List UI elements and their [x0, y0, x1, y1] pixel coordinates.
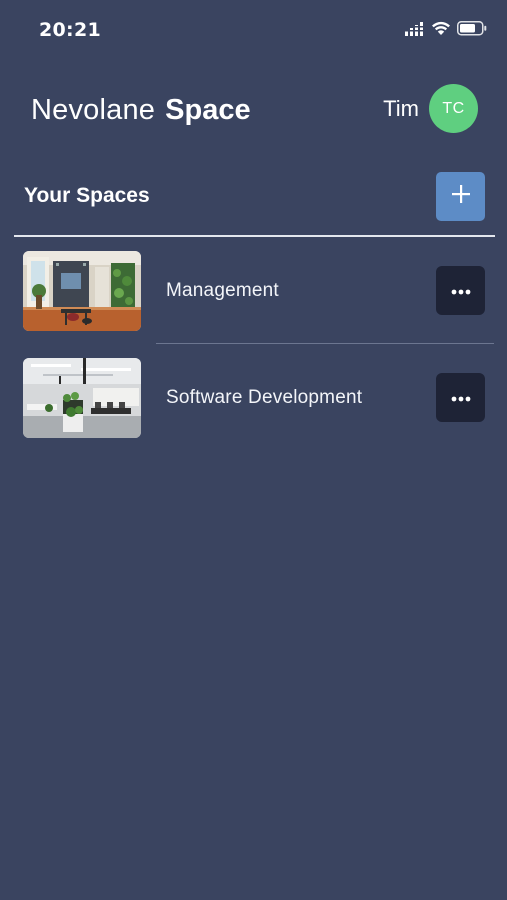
status-icons — [405, 21, 487, 41]
plus-icon — [451, 184, 471, 209]
space-more-button[interactable] — [436, 266, 485, 315]
ellipsis-icon — [451, 282, 471, 300]
space-label: Software Development — [166, 387, 363, 408]
add-space-button[interactable] — [436, 172, 485, 221]
app-brand: Nevolane Space — [31, 94, 251, 126]
space-item-management[interactable]: Management — [0, 251, 507, 331]
space-item-software-development[interactable]: Software Development — [0, 358, 507, 438]
user-name[interactable]: Tim — [383, 96, 419, 122]
status-time: 20:21 — [39, 19, 101, 41]
wifi-icon — [431, 21, 451, 41]
section-divider — [14, 235, 495, 237]
space-label: Management — [166, 280, 279, 301]
ellipsis-icon — [451, 389, 471, 407]
app-header: Nevolane Space Tim TC — [0, 80, 507, 140]
battery-icon — [457, 21, 487, 41]
space-more-button[interactable] — [436, 373, 485, 422]
spaces-section-header: Your Spaces — [0, 170, 507, 222]
brand-name-bold: Space — [165, 94, 251, 126]
status-bar: 20:21 — [0, 0, 507, 62]
space-thumbnail-management — [23, 251, 141, 331]
section-title: Your Spaces — [24, 184, 150, 207]
row-divider — [156, 343, 494, 344]
brand-name-light: Nevolane — [31, 94, 156, 126]
user-avatar[interactable]: TC — [429, 84, 478, 133]
space-thumbnail-software-development — [23, 358, 141, 438]
signal-icon — [405, 21, 425, 41]
